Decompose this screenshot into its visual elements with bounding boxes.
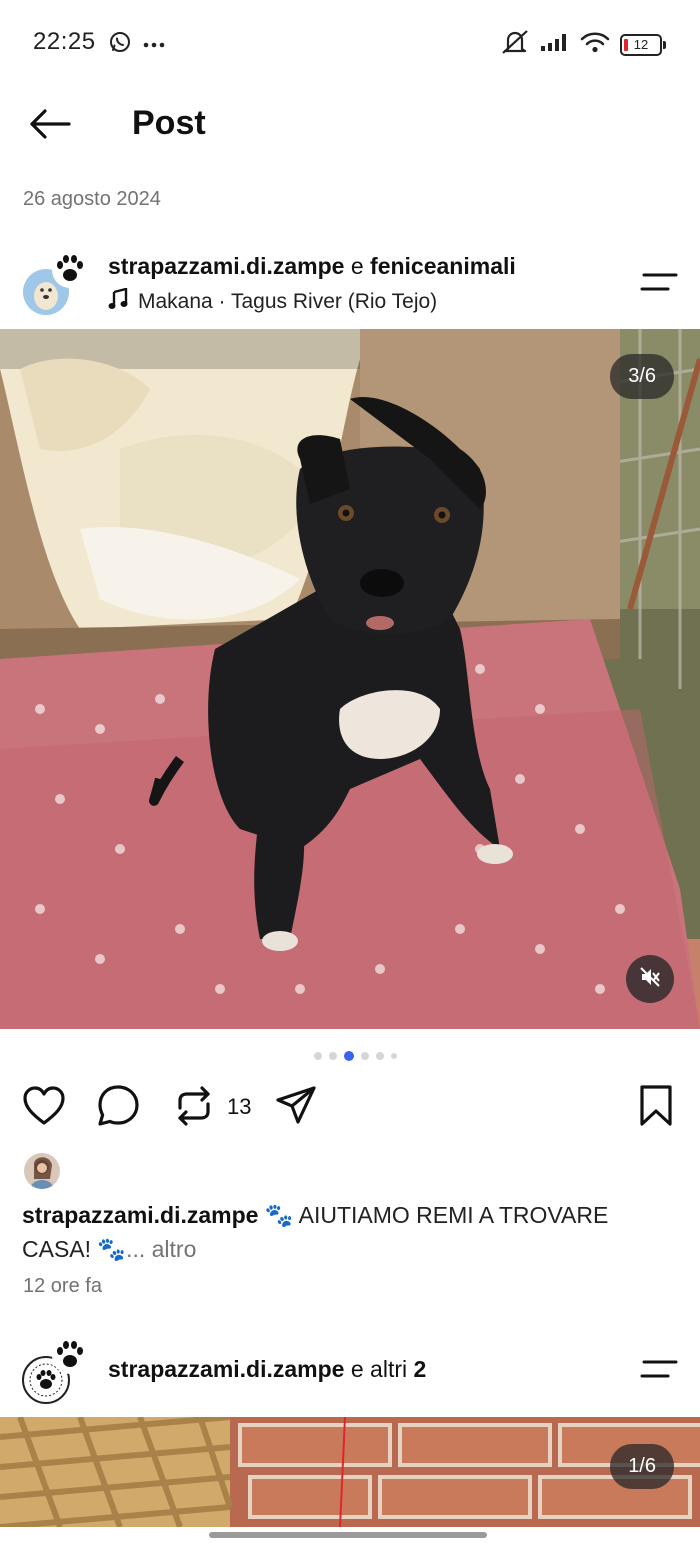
repost-count: 13 bbox=[227, 1094, 252, 1119]
menu-lines-icon bbox=[636, 273, 680, 302]
music-track[interactable]: Makana · Tagus River (Rio Tejo) bbox=[108, 287, 438, 316]
post-time-ago: 12 ore fa bbox=[23, 1275, 102, 1297]
comment-button[interactable] bbox=[96, 1084, 140, 1133]
liker-avatar[interactable] bbox=[24, 1153, 60, 1189]
status-left-icons bbox=[108, 30, 166, 59]
menu-lines-icon bbox=[636, 1360, 680, 1389]
status-right-icons: 12 bbox=[500, 29, 666, 60]
caption-author-link[interactable]: strapazzami.di.zampe bbox=[22, 1202, 258, 1228]
next-post-options-button[interactable] bbox=[636, 1353, 680, 1385]
wifi-icon bbox=[580, 31, 610, 58]
audio-toggle-button[interactable] bbox=[626, 955, 674, 1003]
author-joiner: e bbox=[344, 253, 371, 279]
carousel-dot bbox=[314, 1052, 322, 1060]
save-button[interactable] bbox=[634, 1084, 678, 1133]
mute-icon bbox=[500, 29, 530, 60]
carousel-indicator bbox=[314, 1051, 397, 1061]
wicker-brick-illustration bbox=[0, 1417, 700, 1527]
home-gesture-bar[interactable] bbox=[209, 1532, 487, 1538]
next-post-avatar-group[interactable] bbox=[20, 1336, 92, 1406]
post-caption: strapazzami.di.zampe 🐾 AIUTIAMO REMI A T… bbox=[22, 1198, 682, 1266]
next-author-joiner: e altri bbox=[344, 1356, 414, 1382]
post-photo[interactable] bbox=[0, 329, 700, 1029]
author-secondary-link[interactable]: feniceanimali bbox=[370, 253, 516, 279]
share-button[interactable] bbox=[274, 1084, 318, 1133]
caption-more-link[interactable]: ... altro bbox=[126, 1236, 196, 1262]
battery-icon: 12 bbox=[620, 33, 666, 56]
whatsapp-icon bbox=[108, 30, 132, 59]
arrow-left-icon bbox=[28, 108, 72, 145]
music-track-label: Makana · Tagus River (Rio Tejo) bbox=[138, 290, 438, 313]
page-title: Post bbox=[132, 104, 206, 142]
carousel-dot bbox=[361, 1052, 369, 1060]
send-paper-plane-icon bbox=[274, 1084, 318, 1133]
speaker-muted-icon bbox=[638, 965, 662, 994]
carousel-dot bbox=[376, 1052, 384, 1060]
system-nav-area bbox=[0, 1527, 700, 1550]
post-date: 26 agosto 2024 bbox=[23, 188, 161, 210]
status-time: 22:25 bbox=[33, 28, 96, 55]
repost-button[interactable] bbox=[172, 1084, 216, 1133]
comment-bubble-icon bbox=[96, 1084, 140, 1133]
next-others-count[interactable]: 2 bbox=[414, 1356, 427, 1382]
next-author-link[interactable]: strapazzami.di.zampe bbox=[108, 1356, 344, 1382]
battery-level: 12 bbox=[633, 36, 649, 52]
bookmark-icon bbox=[638, 1084, 674, 1133]
repost-icon bbox=[172, 1084, 216, 1133]
media-counter: 3/6 bbox=[610, 354, 674, 399]
back-button[interactable] bbox=[26, 104, 74, 148]
carousel-dot bbox=[391, 1053, 397, 1059]
more-dots-icon bbox=[142, 36, 166, 54]
next-post-authors: strapazzami.di.zampe e altri 2 bbox=[108, 1356, 426, 1383]
like-button[interactable] bbox=[22, 1085, 66, 1131]
carousel-dot bbox=[329, 1052, 337, 1060]
music-note-icon bbox=[108, 287, 128, 316]
next-media-counter: 1/6 bbox=[610, 1444, 674, 1489]
post-options-button[interactable] bbox=[636, 266, 680, 298]
dog-photo-illustration bbox=[0, 329, 700, 1029]
heart-icon bbox=[22, 1085, 66, 1131]
author-primary-link[interactable]: strapazzami.di.zampe bbox=[108, 253, 344, 279]
carousel-dot-active bbox=[344, 1051, 354, 1061]
next-post-photo[interactable] bbox=[0, 1417, 700, 1527]
post-authors: strapazzami.di.zampe e feniceanimali bbox=[108, 253, 516, 280]
signal-icon bbox=[540, 32, 570, 57]
author-avatar-group[interactable] bbox=[20, 250, 92, 318]
